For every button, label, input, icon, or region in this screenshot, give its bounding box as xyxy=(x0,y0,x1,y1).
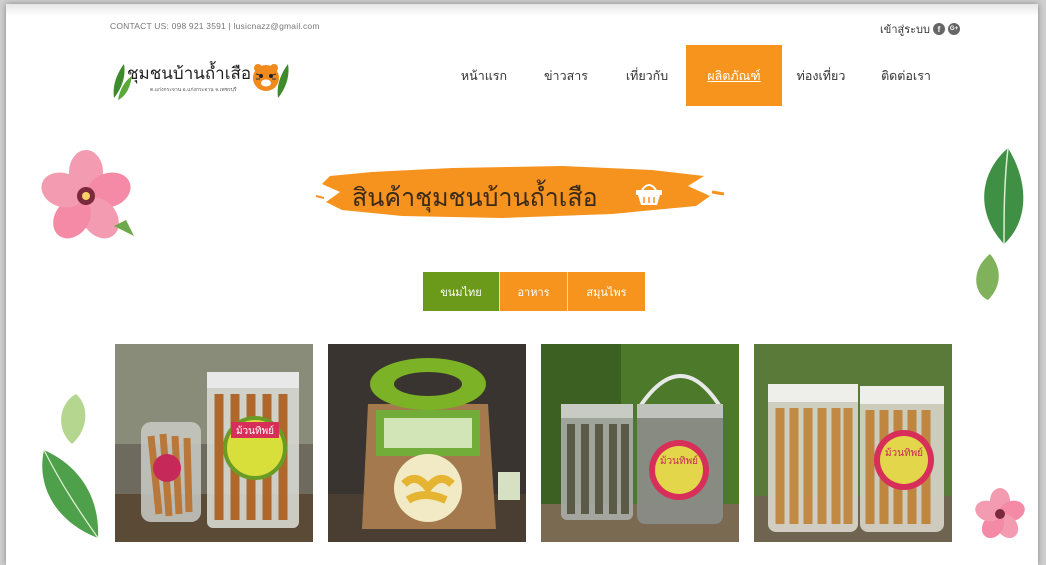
tab-food[interactable]: อาหาร xyxy=(499,272,567,311)
section-title-banner: สินค้าชุมชนบ้านถ้ำเสือ xyxy=(312,162,730,222)
green-leaves-icon xyxy=(976,147,1024,300)
nav-item-contact[interactable]: ติดต่อเรา xyxy=(860,45,952,106)
logo-subtitle: ต.แก่งกระจาน อ.แก่งกระจาน จ.เพชรบุรี xyxy=(150,87,237,93)
tab-thai-desserts[interactable]: ขนมไทย xyxy=(423,272,499,311)
product-card[interactable] xyxy=(328,344,526,542)
product-image xyxy=(328,344,526,542)
nav-item-about[interactable]: เที่ยวกับ xyxy=(608,45,686,106)
page: CONTACT US: 098 921 3591 | lusicnazz@gma… xyxy=(6,4,1038,565)
nav-item-travel[interactable]: ท่องเที่ยว xyxy=(782,45,860,106)
top-fade xyxy=(6,4,1038,16)
product-label: ม้วนทิพย์ xyxy=(660,455,698,467)
category-tabs: ขนมไทย อาหาร สมุนไพร xyxy=(423,272,645,311)
nav-item-products[interactable]: ผลิตภัณฑ์ xyxy=(686,45,782,106)
site-logo[interactable]: ชุมชนบ้านถ้ำเสือ ต.แก่งกระจาน อ.แก่งกระจ… xyxy=(110,54,290,106)
tiger-icon xyxy=(253,64,279,91)
product-image: ม้วนทิพย์ xyxy=(115,344,313,542)
pink-flower-small-icon xyxy=(975,488,1025,539)
pink-flower-icon xyxy=(41,150,134,239)
product-card[interactable]: ม้วนทิพย์ xyxy=(115,344,313,542)
tab-herbs[interactable]: สมุนไพร xyxy=(567,272,645,311)
leaf-bottom-left-icon xyxy=(42,394,99,539)
nav-item-home[interactable]: หน้าแรก xyxy=(444,45,524,106)
product-card[interactable]: ม้วนทิพย์ xyxy=(541,344,739,542)
login-link[interactable]: เข้าสู่ระบบ xyxy=(880,20,930,38)
basket-icon xyxy=(636,184,662,205)
product-image: ม้วนทิพย์ xyxy=(541,344,739,542)
logo-title: ชุมชนบ้านถ้ำเสือ xyxy=(127,64,252,84)
main-nav: หน้าแรก ข่าวสาร เที่ยวกับ ผลิตภัณฑ์ ท่อง… xyxy=(444,45,952,106)
product-card[interactable]: ม้วนทิพย์ xyxy=(754,344,952,542)
leaf-right-icon xyxy=(277,64,289,98)
nav-item-news[interactable]: ข่าวสาร xyxy=(524,45,608,106)
product-label: ม้วนทิพย์ xyxy=(236,425,274,437)
section-title: สินค้าชุมชนบ้านถ้ำเสือ xyxy=(352,183,598,212)
google-plus-icon[interactable]: G+ xyxy=(948,23,960,35)
login-area: เข้าสู่ระบบ f G+ xyxy=(880,20,960,38)
product-label: ม้วนทิพย์ xyxy=(885,447,923,459)
facebook-icon[interactable]: f xyxy=(933,23,945,35)
contact-info: CONTACT US: 098 921 3591 | lusicnazz@gma… xyxy=(110,21,320,31)
product-image: ม้วนทิพย์ xyxy=(754,344,952,542)
